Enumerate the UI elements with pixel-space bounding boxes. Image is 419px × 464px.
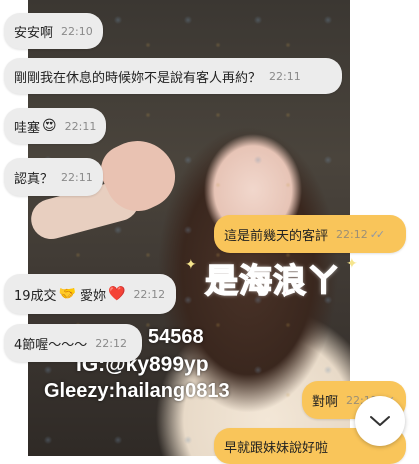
read-receipt-icon: ✓✓ <box>369 227 386 241</box>
message-text: 剛剛我在休息的時候妳不是說有客人再約？ <box>14 70 262 86</box>
heart-eyes-emoji-icon: 😍 <box>42 118 57 134</box>
message-text: 認真？ <box>14 171 54 187</box>
message-text: 對啊 <box>312 394 339 410</box>
photo-text-line-3: Gleezy:hailang0813 <box>44 380 230 402</box>
message-incoming[interactable]: 剛剛我在休息的時候妳不是說有客人再約？ 22:11 <box>4 58 342 94</box>
message-incoming[interactable]: 19成交 🤝 愛妳 ❤️ 22:12 <box>4 274 176 314</box>
message-incoming[interactable]: 4節喔～～～ 22:12 <box>4 324 142 362</box>
chevron-down-icon <box>370 416 390 426</box>
message-time: 22:12 <box>336 227 368 241</box>
message-text-continued: 愛妳 <box>79 288 106 304</box>
message-text: 這是前幾天的客評 <box>224 228 329 244</box>
message-time: 22:11 <box>64 119 97 133</box>
message-time: 22:12 <box>133 287 166 301</box>
message-incoming[interactable]: 認真？ 22:11 <box>4 158 103 196</box>
message-incoming[interactable]: 安安啊 22:10 <box>4 13 103 49</box>
message-time: 22:11 <box>61 170 93 184</box>
sparkle-icon: ✦ <box>185 257 197 273</box>
scroll-to-bottom-button[interactable] <box>355 396 405 446</box>
message-time: 22:12 <box>95 336 127 350</box>
message-text: 安安啊 <box>14 25 54 41</box>
photo-text-line-1: 54568 <box>148 326 204 348</box>
message-time: 22:10 <box>61 24 93 38</box>
message-incoming[interactable]: 哇塞 😍 22:11 <box>4 108 106 144</box>
message-time: 22:11 <box>269 69 301 83</box>
heart-emoji-icon: ❤️ <box>108 286 126 302</box>
message-text: 19成交 <box>14 288 57 304</box>
sparkle-icon: ✦ <box>346 256 358 272</box>
message-text: 早就跟妹妹說好啦 <box>224 440 329 456</box>
handshake-emoji-icon: 🤝 <box>58 286 76 302</box>
photo-title: 是海浪ㄚ <box>204 260 341 301</box>
message-text: 哇塞 <box>14 120 41 136</box>
message-outgoing[interactable]: 這是前幾天的客評 22:12 ✓✓ <box>214 215 406 253</box>
message-text: 4節喔～～～ <box>14 337 88 353</box>
